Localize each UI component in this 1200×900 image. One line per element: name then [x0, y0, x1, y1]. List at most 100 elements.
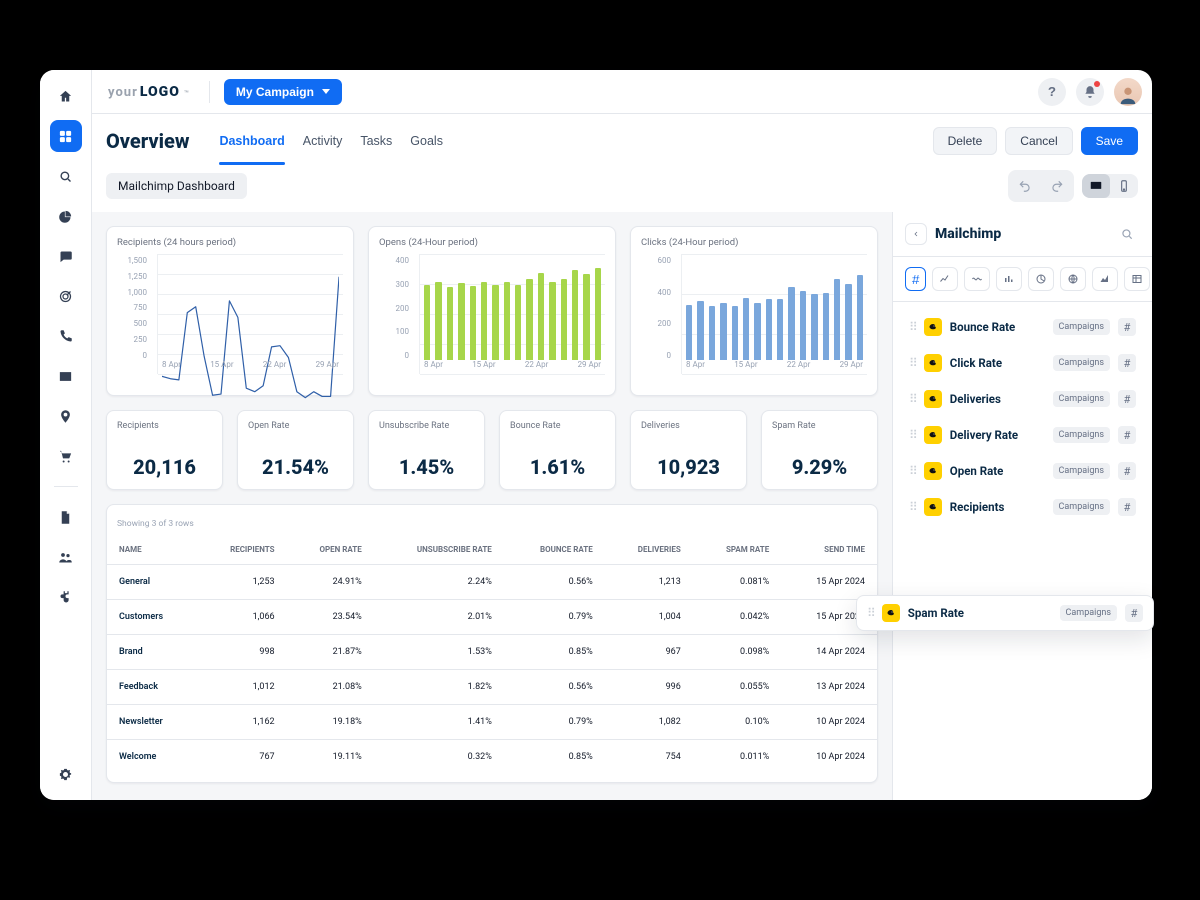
- tab-dashboard[interactable]: Dashboard: [219, 126, 284, 156]
- metric-item[interactable]: ⠿ Delivery Rate Campaigns #: [905, 420, 1140, 450]
- search-icon[interactable]: [50, 160, 82, 192]
- table-row[interactable]: Feedback1,01221.08%1.82%0.56%9960.055%13…: [107, 670, 877, 705]
- campaign-table: NAMERECIPIENTSOPEN RATEUNSUBSCRIBE RATEB…: [107, 535, 877, 774]
- desktop-icon[interactable]: [1082, 174, 1110, 198]
- dashboard-icon[interactable]: [50, 120, 82, 152]
- table-row[interactable]: Welcome76719.11%0.32%0.85%7540.011%10 Ap…: [107, 740, 877, 775]
- cell-name: Welcome: [107, 740, 197, 775]
- cell-spam: 0.098%: [693, 635, 781, 670]
- metric-item[interactable]: ⠿ Bounce Rate Campaigns #: [905, 312, 1140, 342]
- table-row[interactable]: Brand99821.87%1.53%0.85%9670.098%14 Apr …: [107, 635, 877, 670]
- sidebar: [40, 70, 92, 800]
- col-send_time[interactable]: SEND TIME: [781, 535, 877, 565]
- cell-recipients: 1,162: [197, 705, 287, 740]
- type-globe-icon[interactable]: [1060, 267, 1086, 291]
- drag-handle-icon[interactable]: ⠿: [909, 464, 916, 478]
- pin-icon[interactable]: [50, 400, 82, 432]
- col-name[interactable]: NAME: [107, 535, 197, 565]
- chart-pie-icon[interactable]: [50, 200, 82, 232]
- metric-name: Open Rate: [950, 464, 1045, 478]
- undo-icon[interactable]: [1012, 174, 1038, 198]
- drag-handle-icon[interactable]: ⠿: [909, 320, 916, 334]
- bell-icon[interactable]: [1076, 78, 1104, 106]
- users-icon[interactable]: [50, 541, 82, 573]
- cell-bounce: 0.85%: [504, 740, 605, 775]
- metric-tag: Campaigns: [1060, 605, 1117, 621]
- kpi-unsubscribe_rate: Unsubscribe Rate 1.45%: [368, 410, 485, 490]
- cell-deliveries: 754: [605, 740, 693, 775]
- phone-icon[interactable]: [50, 320, 82, 352]
- cell-unsubscribe: 1.41%: [374, 705, 504, 740]
- col-bounce[interactable]: BOUNCE RATE: [504, 535, 605, 565]
- mailchimp-icon: [924, 390, 942, 408]
- col-open_rate[interactable]: OPEN RATE: [287, 535, 374, 565]
- help-icon[interactable]: ?: [1038, 78, 1066, 106]
- panel-search-icon[interactable]: [1114, 222, 1140, 246]
- mailchimp-icon: [924, 318, 942, 336]
- notification-dot: [1094, 81, 1100, 87]
- avatar[interactable]: [1114, 78, 1142, 106]
- target-icon[interactable]: [50, 280, 82, 312]
- type-hash-icon: #: [1118, 498, 1136, 516]
- gear-icon[interactable]: [50, 758, 82, 790]
- chat-icon[interactable]: [50, 240, 82, 272]
- tab-goals[interactable]: Goals: [410, 126, 443, 156]
- cell-recipients: 998: [197, 635, 287, 670]
- kpi-value: 21.54%: [248, 455, 343, 479]
- drag-handle-icon[interactable]: ⠿: [909, 356, 916, 370]
- mail-icon[interactable]: [50, 360, 82, 392]
- type-hash-icon: #: [1118, 462, 1136, 480]
- col-unsubscribe[interactable]: UNSUBSCRIBE RATE: [374, 535, 504, 565]
- type-number-icon[interactable]: #: [905, 267, 926, 291]
- drag-handle-icon[interactable]: ⠿: [867, 606, 874, 620]
- metric-item[interactable]: ⠿ Deliveries Campaigns #: [905, 384, 1140, 414]
- metric-tag: Campaigns: [1053, 463, 1110, 479]
- table-row[interactable]: Customers1,06623.54%2.01%0.79%1,0040.042…: [107, 600, 877, 635]
- file-icon[interactable]: [50, 501, 82, 533]
- save-button[interactable]: Save: [1081, 127, 1138, 155]
- tab-activity[interactable]: Activity: [303, 126, 343, 156]
- drag-handle-icon[interactable]: ⠿: [909, 500, 916, 514]
- type-area-icon[interactable]: [1092, 267, 1118, 291]
- kpi-deliveries: Deliveries 10,923: [630, 410, 747, 490]
- cell-name: Newsletter: [107, 705, 197, 740]
- delete-button[interactable]: Delete: [933, 127, 998, 155]
- metric-list: ⠿ Bounce Rate Campaigns # ⠿ Click Rate C…: [893, 302, 1152, 532]
- metric-item[interactable]: ⠿ Recipients Campaigns #: [905, 492, 1140, 522]
- type-bar-icon[interactable]: [996, 267, 1022, 291]
- back-button[interactable]: [905, 223, 927, 245]
- type-pie-icon[interactable]: [1028, 267, 1054, 291]
- campaign-chip-label: My Campaign: [236, 85, 314, 99]
- metric-item[interactable]: ⠿ Click Rate Campaigns #: [905, 348, 1140, 378]
- mobile-icon[interactable]: [1110, 174, 1138, 198]
- right-panel-header: Mailchimp: [893, 212, 1152, 257]
- redo-icon[interactable]: [1044, 174, 1070, 198]
- table-row[interactable]: General1,25324.91%2.24%0.56%1,2130.081%1…: [107, 565, 877, 600]
- metric-tag: Campaigns: [1053, 427, 1110, 443]
- campaign-chip[interactable]: My Campaign: [224, 79, 342, 105]
- plugin-icon[interactable]: [50, 581, 82, 613]
- drag-handle-icon[interactable]: ⠿: [909, 428, 916, 442]
- col-spam[interactable]: SPAM RATE: [693, 535, 781, 565]
- cell-spam: 0.042%: [693, 600, 781, 635]
- cell-spam: 0.10%: [693, 705, 781, 740]
- home-icon[interactable]: [50, 80, 82, 112]
- col-deliveries[interactable]: DELIVERIES: [605, 535, 693, 565]
- cart-icon[interactable]: [50, 440, 82, 472]
- drag-handle-icon[interactable]: ⠿: [909, 392, 916, 406]
- type-wave-icon[interactable]: [964, 267, 990, 291]
- table-row[interactable]: Newsletter1,16219.18%1.41%0.79%1,0820.10…: [107, 705, 877, 740]
- type-table-icon[interactable]: [1124, 267, 1150, 291]
- dragging-metric[interactable]: ⠿ Spam Rate Campaigns #: [856, 595, 1154, 631]
- breadcrumb[interactable]: Mailchimp Dashboard: [106, 173, 247, 199]
- metric-item[interactable]: ⠿ Open Rate Campaigns #: [905, 456, 1140, 486]
- type-line-icon[interactable]: [932, 267, 958, 291]
- tab-tasks[interactable]: Tasks: [360, 126, 392, 156]
- kpi-label: Deliveries: [641, 421, 736, 431]
- cancel-button[interactable]: Cancel: [1005, 127, 1072, 155]
- cell-open_rate: 19.18%: [287, 705, 374, 740]
- cell-send_time: 10 Apr 2024: [781, 740, 877, 775]
- right-panel-title: Mailchimp: [935, 226, 1106, 242]
- col-recipients[interactable]: RECIPIENTS: [197, 535, 287, 565]
- cell-send_time: 13 Apr 2024: [781, 670, 877, 705]
